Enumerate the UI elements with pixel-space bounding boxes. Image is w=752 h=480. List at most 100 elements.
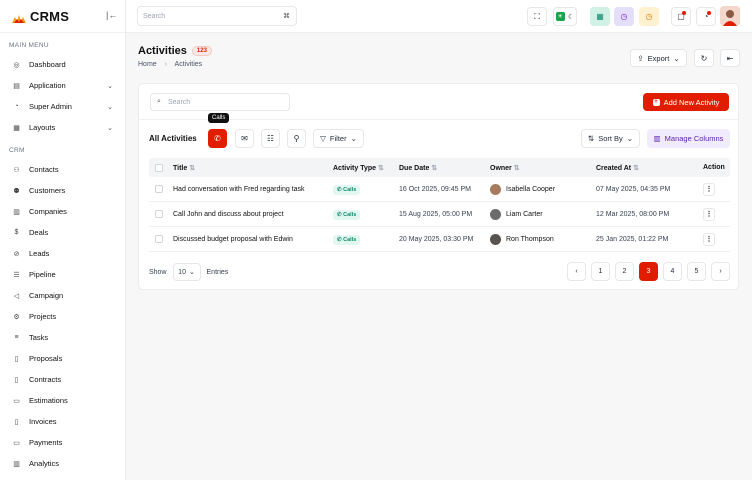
activity-type-badge: ✆ Calls xyxy=(333,234,361,245)
apps-button[interactable]: ▦ xyxy=(590,7,610,26)
page-5-button[interactable]: 5 xyxy=(687,262,706,281)
global-search-input[interactable]: Search ⌘ xyxy=(137,6,297,26)
refresh-button[interactable]: ↻ xyxy=(694,49,714,67)
row-checkbox[interactable] xyxy=(155,210,163,218)
sidebar-item-estimations[interactable]: ▭ Estimations xyxy=(0,390,125,411)
header-due-label: Due Date xyxy=(399,164,430,172)
filter-label: Filter xyxy=(329,134,347,143)
topbar: Search ⌘ ⛶ ☀ ☾ ▦ ◷ ◷ ▢ ◔ xyxy=(126,0,752,33)
user-avatar[interactable] xyxy=(720,6,740,26)
sidebar-item-label: Leads xyxy=(29,249,50,258)
sidebar-item-dashboard[interactable]: ◎ Dashboard xyxy=(0,54,125,75)
filter-button[interactable]: ▽ Filter ⌄ xyxy=(313,129,364,148)
notification-dot xyxy=(682,11,686,15)
row-owner[interactable]: Isabella Cooper xyxy=(490,183,555,195)
export-button[interactable]: ⇪ Export ⌄ xyxy=(630,49,687,67)
row-due-date: 15 Aug 2025, 05:00 PM xyxy=(399,210,473,218)
timer-icon: ◷ xyxy=(645,12,653,21)
page-1-button[interactable]: 1 xyxy=(591,262,610,281)
table-row[interactable]: Had conversation with Fred regarding tas… xyxy=(149,177,730,202)
page-4-button[interactable]: 4 xyxy=(663,262,682,281)
sidebar-item-leads[interactable]: ⊘ Leads xyxy=(0,243,125,264)
logo-icon xyxy=(11,11,27,23)
columns-icon: ▥ xyxy=(653,134,661,143)
sidebar-item-invoices[interactable]: ▯ Invoices xyxy=(0,411,125,432)
plus-icon: + xyxy=(652,98,660,106)
calls-filter-button[interactable]: ✆ xyxy=(208,129,227,148)
row-checkbox[interactable] xyxy=(155,235,163,243)
dashboard-icon: ◎ xyxy=(13,61,20,69)
clock-button[interactable]: ◷ xyxy=(614,7,634,26)
sidebar-item-contacts[interactable]: ⚇ Contacts xyxy=(0,159,125,180)
sidebar-item-analytics[interactable]: ▥ Analytics xyxy=(0,453,125,474)
sidebar-item-customers[interactable]: ⚉ Customers xyxy=(0,180,125,201)
page-2-button[interactable]: 2 xyxy=(615,262,634,281)
page-3-button[interactable]: 3 xyxy=(639,262,658,281)
next-page-button[interactable]: › xyxy=(711,262,730,281)
prev-page-button[interactable]: ‹ xyxy=(567,262,586,281)
row-title[interactable]: Had conversation with Fred regarding tas… xyxy=(173,186,305,193)
page-size-select[interactable]: 10 ⌄ xyxy=(172,263,201,281)
breadcrumb-home[interactable]: Home xyxy=(138,61,157,68)
table-row[interactable]: Call John and discuss about project ✆ Ca… xyxy=(149,202,730,227)
row-owner[interactable]: Ron Thompson xyxy=(490,233,554,245)
row-checkbox[interactable] xyxy=(155,185,163,193)
add-activity-button[interactable]: + Add New Activity xyxy=(643,93,729,111)
sidebar-item-pipeline[interactable]: ☰ Pipeline xyxy=(0,264,125,285)
filter-icon: ▽ xyxy=(320,134,326,143)
theme-toggle[interactable]: ☀ ☾ xyxy=(553,7,577,26)
row-actions-button[interactable]: ⋮ xyxy=(703,182,715,196)
moon-icon: ☾ xyxy=(568,13,575,21)
sidebar-collapse-icon[interactable]: |← xyxy=(106,10,117,20)
messages-button[interactable]: ▢ xyxy=(671,7,691,26)
header-created-label: Created At xyxy=(596,164,632,172)
row-actions-button[interactable]: ⋮ xyxy=(703,207,715,221)
breadcrumb-current: Activities xyxy=(174,61,203,68)
sidebar-item-proposals[interactable]: ▯ Proposals xyxy=(0,348,125,369)
sort-icon: ⇅ xyxy=(513,164,520,172)
sidebar-item-tasks[interactable]: ≡ Tasks xyxy=(0,327,125,348)
col-title[interactable]: Title ⇅ xyxy=(173,164,195,172)
sidebar-item-label: Customers xyxy=(29,186,66,195)
sidebar-item-projects[interactable]: ⚙ Projects xyxy=(0,306,125,327)
activity-search-input[interactable]: ⌕ Search xyxy=(150,93,290,111)
col-activity-type[interactable]: Activity Type ⇅ xyxy=(333,164,384,172)
notifications-button[interactable]: ◔ xyxy=(696,7,716,26)
meeting-filter-button[interactable]: ⚲ xyxy=(287,129,306,148)
sort-label: Sort By xyxy=(598,134,623,143)
email-filter-button[interactable]: ✉ xyxy=(235,129,254,148)
sidebar-item-payments[interactable]: ▭ Payments xyxy=(0,432,125,453)
page-size-control: Show 10 ⌄ Entries xyxy=(149,263,228,281)
fullscreen-button[interactable]: ⛶ xyxy=(527,7,547,26)
sort-icon: ⇅ xyxy=(378,164,384,172)
manage-columns-button[interactable]: ▥ Manage Columns xyxy=(647,129,730,148)
sidebar-item-campaign[interactable]: ◁ Campaign xyxy=(0,285,125,306)
fullscreen-icon: ⛶ xyxy=(534,11,540,21)
table-row[interactable]: Discussed budget proposal with Edwin ✆ C… xyxy=(149,227,730,252)
sidebar-item-layouts[interactable]: ▦ Layouts ⌄ xyxy=(0,117,125,138)
col-due-date[interactable]: Due Date ⇅ xyxy=(399,164,437,172)
timer-button[interactable]: ◷ xyxy=(639,7,659,26)
collapse-header-button[interactable]: ⇤ xyxy=(720,49,740,67)
row-actions-button[interactable]: ⋮ xyxy=(703,232,715,246)
select-all-checkbox[interactable] xyxy=(155,163,163,172)
sidebar-item-application[interactable]: ▤ Application ⌄ xyxy=(0,75,125,96)
row-title[interactable]: Call John and discuss about project xyxy=(173,211,284,218)
sidebar-item-label: Pipeline xyxy=(29,270,56,279)
col-created-at[interactable]: Created At ⇅ xyxy=(596,164,639,172)
sidebar-item-deals[interactable]: $ Deals xyxy=(0,222,125,243)
sort-by-button[interactable]: ⇅ Sort By ⌄ xyxy=(581,129,640,148)
row-title[interactable]: Discussed budget proposal with Edwin xyxy=(173,236,293,243)
row-owner[interactable]: Liam Carter xyxy=(490,208,543,220)
command-key-icon: ⌘ xyxy=(283,13,290,20)
task-filter-button[interactable]: ☷ xyxy=(261,129,280,148)
row-due-date: 20 May 2025, 03:30 PM xyxy=(399,235,474,243)
sidebar-item-companies[interactable]: ▥ Companies xyxy=(0,201,125,222)
sidebar-item-contracts[interactable]: ▯ Contracts xyxy=(0,369,125,390)
grid-icon: ▦ xyxy=(596,12,604,21)
sidebar-item-super-admin[interactable]: ◔ Super Admin ⌄ xyxy=(0,96,125,117)
phone-icon: ✆ xyxy=(337,236,342,243)
col-owner[interactable]: Owner ⇅ xyxy=(490,164,520,172)
chevron-down-icon: ⌄ xyxy=(107,124,113,132)
phone-icon: ✆ xyxy=(337,211,342,218)
